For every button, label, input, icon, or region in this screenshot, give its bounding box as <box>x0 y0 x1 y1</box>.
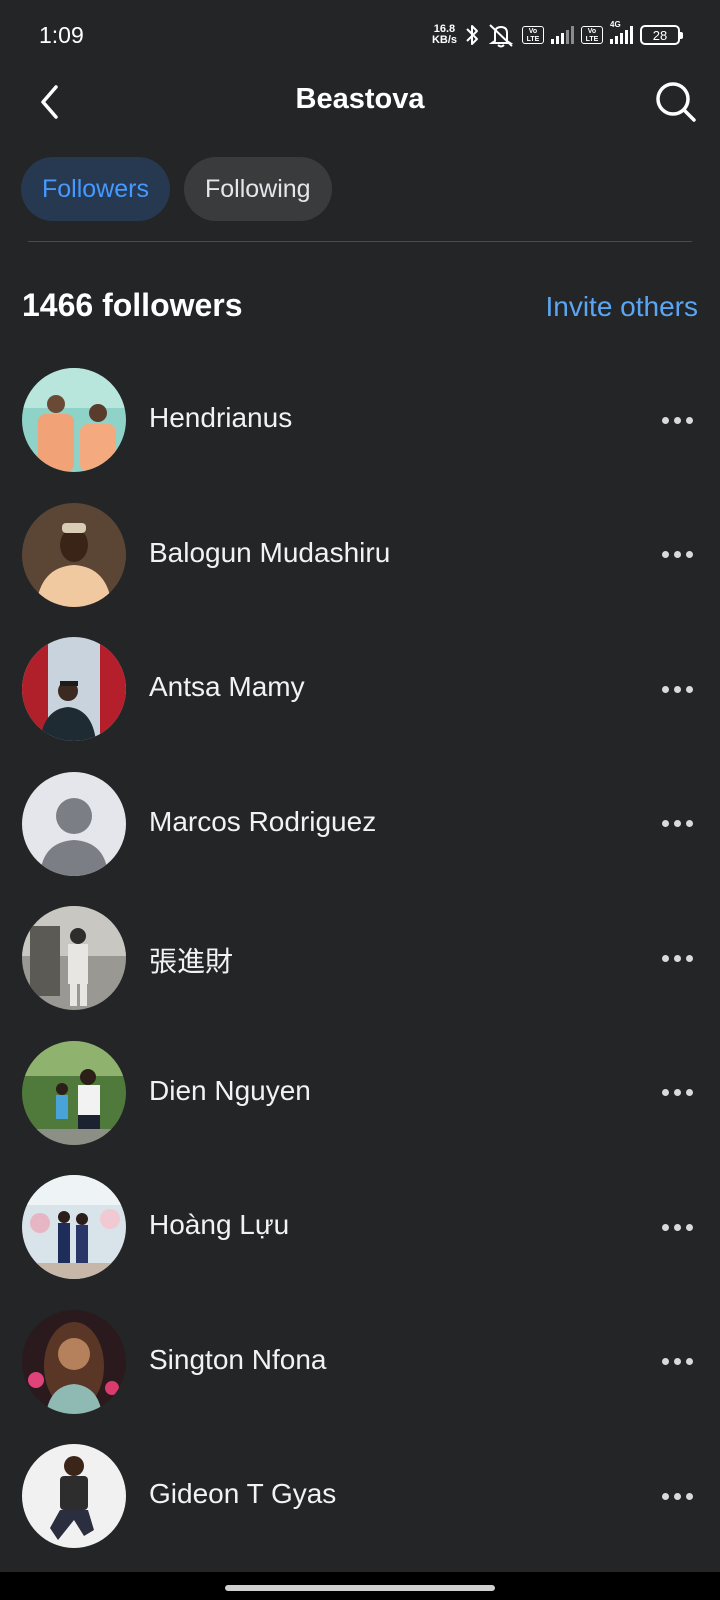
more-options-button[interactable] <box>655 940 699 976</box>
avatar[interactable] <box>22 771 126 876</box>
follower-name[interactable]: 張進財 <box>149 940 233 980</box>
invite-others-link[interactable]: Invite others <box>545 291 698 323</box>
list-item[interactable]: Antsa Mamy <box>0 637 720 772</box>
followers-list: Hendrianus Balogun Mudashiru Antsa Mamy … <box>0 368 720 1579</box>
avatar[interactable] <box>22 1444 126 1548</box>
tab-following[interactable]: Following <box>183 157 332 221</box>
follower-name[interactable]: Hoàng Lựu <box>149 1209 289 1241</box>
followers-count: 1466 followers <box>22 287 243 323</box>
mute-icon <box>488 24 514 48</box>
divider <box>28 241 692 242</box>
follower-name[interactable]: Gideon T Gyas <box>149 1478 336 1510</box>
list-item[interactable]: Hoàng Lựu <box>0 1175 720 1310</box>
home-indicator[interactable] <box>225 1585 495 1591</box>
follower-name[interactable]: Dien Nguyen <box>149 1075 311 1107</box>
volte-badge-1: Vo LTE <box>522 26 544 44</box>
follower-name[interactable]: Antsa Mamy <box>149 671 305 703</box>
tab-followers[interactable]: Followers <box>21 157 170 221</box>
more-options-button[interactable] <box>655 1478 699 1514</box>
follower-name[interactable]: Sington Nfona <box>149 1344 326 1376</box>
status-time: 1:09 <box>39 22 84 48</box>
avatar[interactable] <box>22 637 126 741</box>
tab-bar: Followers Following <box>21 157 332 221</box>
more-options-button[interactable] <box>655 1075 699 1111</box>
avatar[interactable] <box>22 1040 126 1145</box>
avatar[interactable] <box>22 368 126 472</box>
avatar[interactable] <box>22 1309 126 1414</box>
network-speed: 16.8 KB/s <box>432 24 457 46</box>
list-item[interactable]: Sington Nfona <box>0 1309 720 1445</box>
search-icon <box>656 82 696 122</box>
follower-name[interactable]: Balogun Mudashiru <box>149 537 390 569</box>
list-item[interactable]: Balogun Mudashiru <box>0 502 720 638</box>
follower-name[interactable]: Marcos Rodriguez <box>149 806 376 838</box>
status-icons: 16.8 KB/s Vo LTE Vo LTE 4G 28 <box>432 20 683 50</box>
list-item[interactable]: 張進財 <box>0 906 720 1041</box>
network-speed-unit: KB/s <box>431 34 457 46</box>
avatar[interactable] <box>22 502 126 607</box>
more-options-button[interactable] <box>655 402 699 438</box>
more-options-button[interactable] <box>655 1344 699 1380</box>
avatar[interactable] <box>22 906 126 1010</box>
list-item[interactable]: Dien Nguyen <box>0 1040 720 1176</box>
default-avatar-icon <box>22 771 126 876</box>
follower-name[interactable]: Hendrianus <box>149 402 292 434</box>
more-options-button[interactable] <box>655 806 699 842</box>
header: Beastova <box>0 70 720 134</box>
battery-level: 28 <box>652 27 668 43</box>
list-item[interactable]: Hendrianus <box>0 368 720 503</box>
volte-badge-2: Vo LTE <box>581 26 603 44</box>
battery-icon: 28 <box>640 25 683 45</box>
signal-icon-2: 4G <box>610 20 633 44</box>
more-options-button[interactable] <box>655 671 699 707</box>
list-item[interactable]: Gideon T Gyas <box>0 1444 720 1579</box>
network-type: 4G <box>610 20 621 29</box>
avatar[interactable] <box>22 1175 126 1279</box>
bluetooth-icon <box>466 25 478 45</box>
search-button[interactable] <box>652 78 700 126</box>
more-options-button[interactable] <box>655 537 699 573</box>
list-item[interactable]: Marcos Rodriguez <box>0 771 720 907</box>
signal-icon-1 <box>551 26 574 44</box>
page-title: Beastova <box>295 83 425 115</box>
status-bar: 1:09 16.8 KB/s Vo LTE Vo LTE 4G 28 <box>0 0 720 70</box>
more-options-button[interactable] <box>655 1209 699 1245</box>
